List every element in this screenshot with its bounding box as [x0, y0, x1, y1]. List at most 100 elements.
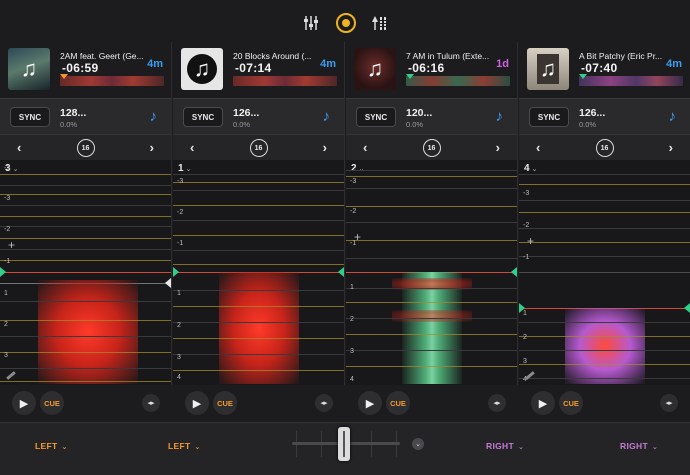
transport-deck-2: ▶ CUE ◂▸	[173, 385, 345, 422]
album-art: ♫	[354, 48, 396, 90]
nudge-icon[interactable]: ◂▸	[315, 394, 333, 412]
deck-header[interactable]: ♫ 7 AM in Tulum (Exte... -06:16 1d	[346, 42, 517, 98]
key-note-icon[interactable]: ♪	[323, 108, 331, 125]
chevron-left-icon[interactable]: ‹	[17, 140, 21, 155]
music-note-icon: ♫	[539, 56, 557, 81]
album-art: ♫	[527, 48, 569, 90]
sync-button[interactable]: SYNC	[183, 107, 223, 127]
time-remaining: -06:16	[408, 61, 445, 75]
waveform-shape	[565, 308, 645, 384]
add-cue-icon[interactable]: +	[527, 234, 534, 248]
cue-button[interactable]: CUE	[40, 391, 64, 415]
play-icon[interactable]: ▶	[358, 391, 382, 415]
chevron-down-icon[interactable]: ⌄	[412, 438, 424, 450]
track-title: A Bit Patchy (Eric Pr...	[579, 51, 663, 61]
chevron-right-icon[interactable]: ›	[669, 140, 673, 155]
add-cue-icon[interactable]: +	[8, 238, 15, 252]
track-overview[interactable]	[60, 76, 164, 86]
bpm-value: 126...	[233, 107, 260, 119]
play-icon[interactable]: ▶	[531, 391, 555, 415]
nudge-icon[interactable]: ◂▸	[488, 394, 506, 412]
cue-marker-right	[338, 267, 344, 277]
route-selector[interactable]: RIGHT ⌄	[620, 441, 658, 451]
bar-label: -3	[350, 178, 357, 185]
dj-app: ♫ 2AM feat. Geert (Ge... -06:59 4m SYNC …	[0, 0, 690, 475]
route-selector[interactable]: RIGHT ⌄	[486, 441, 524, 451]
chevron-right-icon[interactable]: ›	[496, 140, 500, 155]
transport-deck-3: ▶ CUE ◂▸	[346, 385, 518, 422]
key-note-icon[interactable]: ♪	[150, 108, 158, 125]
track-title: 7 AM in Tulum (Exte...	[406, 51, 490, 61]
chevron-right-icon[interactable]: ›	[150, 140, 154, 155]
album-art: ♫	[181, 48, 223, 90]
waveform-view[interactable]: 1 ⌄ -3 -2 -1 1 2 3 4	[173, 160, 344, 385]
waveform-view[interactable]: 3 ⌄ -3 -3 -2 + -1 1 2 3	[0, 160, 171, 385]
chevron-left-icon[interactable]: ‹	[363, 140, 367, 155]
sync-button[interactable]: SYNC	[529, 107, 569, 127]
deck-header[interactable]: ♫ A Bit Patchy (Eric Pr... -07:40 4m	[519, 42, 690, 98]
route-selector[interactable]: LEFT ⌄	[35, 441, 68, 451]
deck-header[interactable]: ♫ 20 Blocks Around (... -07:14 4m	[173, 42, 344, 98]
playhead-line	[0, 272, 171, 273]
play-icon[interactable]: ▶	[12, 391, 36, 415]
sync-row: SYNC 126... 0.0% ♪	[173, 98, 344, 134]
bar-label: -2	[4, 226, 11, 233]
crossfader-knob[interactable]	[338, 427, 350, 461]
route-selector[interactable]: LEFT ⌄	[168, 441, 201, 451]
overview-cue-marker	[60, 74, 68, 79]
track-overview[interactable]	[406, 76, 510, 86]
deck-number[interactable]: 1 ⌄	[178, 163, 191, 174]
music-note-icon: ♫	[193, 56, 211, 81]
bar-label: 3	[350, 348, 354, 355]
pitch-value: 0.0%	[406, 120, 424, 129]
bar-label: -3	[523, 190, 530, 197]
loop-icon[interactable]: 16	[76, 139, 95, 157]
sync-row: SYNC 126... 0.0% ♪	[519, 98, 690, 134]
loop-icon[interactable]: 16	[595, 139, 614, 157]
track-overview[interactable]	[233, 76, 337, 86]
deck-4: ♫ A Bit Patchy (Eric Pr... -07:40 4m SYN…	[519, 42, 690, 385]
bar-label: -3	[4, 165, 11, 172]
deck-3: ♫ 7 AM in Tulum (Exte... -06:16 1d SYNC …	[346, 42, 518, 385]
chevron-left-icon[interactable]: ‹	[536, 140, 540, 155]
cue-button[interactable]: CUE	[213, 391, 237, 415]
cue-marker-left	[173, 267, 179, 277]
bar-label: 2	[523, 334, 527, 341]
sync-button[interactable]: SYNC	[356, 107, 396, 127]
remaining-label: 4m	[147, 58, 163, 70]
sliders-icon[interactable]	[302, 14, 320, 32]
play-icon[interactable]: ▶	[185, 391, 209, 415]
cue-button[interactable]: CUE	[386, 391, 410, 415]
key-note-icon[interactable]: ♪	[669, 108, 677, 125]
bar-label: 3	[4, 352, 8, 359]
music-note-icon: ♫	[20, 56, 38, 81]
sync-button[interactable]: SYNC	[10, 107, 50, 127]
waveform-view[interactable]: 4 ⌄ -3 -2 + -1 1 2 3 4	[519, 160, 690, 385]
remaining-label: 4m	[666, 58, 682, 70]
cue-button[interactable]: CUE	[559, 391, 583, 415]
record-icon[interactable]	[336, 13, 356, 33]
waveform-view[interactable]: 2⌄ -3 -2 + -1	[346, 160, 517, 385]
levels-icon[interactable]	[372, 14, 390, 32]
bar-label: 2	[4, 321, 8, 328]
deck-number[interactable]: 2⌄	[351, 163, 364, 174]
loop-icon[interactable]: 16	[249, 139, 268, 157]
loop-row: ‹ 16 ›	[346, 134, 517, 160]
pencil-icon[interactable]	[6, 371, 16, 380]
key-note-icon[interactable]: ♪	[496, 108, 504, 125]
chevron-left-icon[interactable]: ‹	[190, 140, 194, 155]
nudge-icon[interactable]: ◂▸	[660, 394, 678, 412]
playhead-line	[519, 272, 690, 273]
pitch-value: 0.0%	[233, 120, 251, 129]
chevron-right-icon[interactable]: ›	[323, 140, 327, 155]
track-title: 2AM feat. Geert (Ge...	[60, 51, 144, 61]
deck-2: ♫ 20 Blocks Around (... -07:14 4m SYNC 1…	[173, 42, 345, 385]
loop-icon[interactable]: 16	[422, 139, 441, 157]
bar-label: 3	[177, 354, 181, 361]
track-title: 20 Blocks Around (...	[233, 51, 312, 61]
nudge-icon[interactable]: ◂▸	[142, 394, 160, 412]
deck-number[interactable]: 4 ⌄	[524, 163, 537, 174]
deck-header[interactable]: ♫ 2AM feat. Geert (Ge... -06:59 4m	[0, 42, 171, 98]
track-overview[interactable]	[579, 76, 683, 86]
cue-marker-right	[165, 278, 171, 288]
